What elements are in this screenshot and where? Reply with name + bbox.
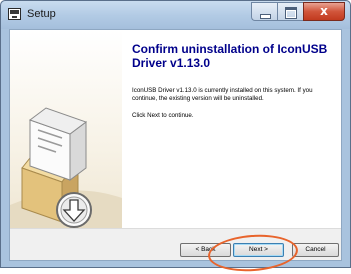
continue-instruction: Click Next to continue. (132, 112, 194, 119)
uninstall-box-icon (10, 107, 122, 228)
uninstall-description: IconUSB Driver v1.13.0 is currently inst… (132, 87, 313, 102)
cancel-button[interactable]: Cancel (292, 243, 339, 257)
maximize-button[interactable] (277, 2, 303, 21)
window-title: Setup (27, 8, 56, 20)
caption-buttons: x (251, 2, 345, 21)
minimize-button[interactable] (251, 2, 277, 21)
wizard-body: Confirm uninstallation of IconUSB Driver… (9, 29, 342, 261)
close-icon: x (320, 4, 328, 18)
setup-window: Setup x Confirm uninstallation of IconUS… (0, 0, 351, 274)
setup-app-icon (8, 8, 21, 20)
page-heading: Confirm uninstallation of IconUSB Driver… (132, 42, 328, 70)
close-button[interactable]: x (303, 2, 345, 21)
title-bar[interactable]: Setup x (1, 1, 350, 29)
wizard-content: Confirm uninstallation of IconUSB Driver… (122, 30, 341, 228)
wizard-banner (10, 30, 122, 228)
